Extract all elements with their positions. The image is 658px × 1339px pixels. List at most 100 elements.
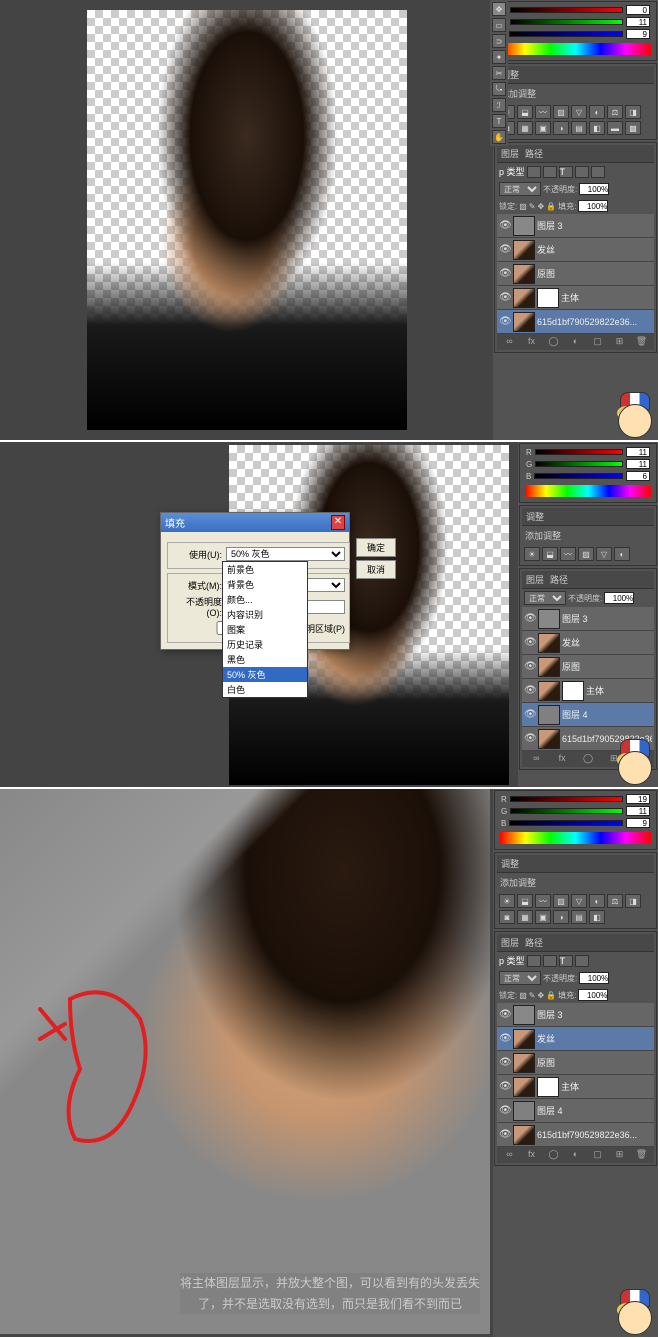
lock-pos-icon[interactable]: ✥: [538, 202, 545, 211]
link-icon[interactable]: ∞: [503, 1149, 517, 1161]
layer-thumbnail[interactable]: [513, 1101, 535, 1121]
layer-row[interactable]: 👁原图: [522, 655, 654, 679]
exposure-icon[interactable]: ▨: [553, 105, 569, 119]
visibility-icon[interactable]: 👁: [499, 268, 511, 280]
link-icon[interactable]: ∞: [529, 753, 543, 765]
visibility-icon[interactable]: 👁: [499, 1105, 511, 1117]
opacity-input-3[interactable]: [579, 972, 609, 984]
mask-icon[interactable]: ◯: [547, 336, 561, 348]
filter-adj-icon[interactable]: [543, 166, 557, 178]
option-content-aware[interactable]: 内容识别: [223, 607, 307, 622]
visibility-icon[interactable]: 👁: [524, 685, 536, 697]
adj-layer-icon[interactable]: ◐: [569, 1149, 583, 1161]
adj-icon[interactable]: 〰: [535, 894, 551, 908]
layer-thumbnail[interactable]: [538, 633, 560, 653]
layer-row[interactable]: 👁图层 3: [497, 1003, 654, 1027]
canvas-2[interactable]: 填充✕ 使用(U):50% 灰色 前景色 背景色 颜色... 内容识别 图案 历…: [0, 442, 518, 787]
use-select[interactable]: 50% 灰色: [226, 547, 345, 561]
move-tool[interactable]: ✥: [492, 2, 506, 16]
mask-icon[interactable]: ◯: [547, 1149, 561, 1161]
adj-icon[interactable]: ◑: [553, 910, 569, 924]
option-pattern[interactable]: 图案: [223, 622, 307, 637]
adj-icon[interactable]: ▨: [578, 547, 594, 561]
hand-tool[interactable]: ✋: [492, 130, 506, 144]
layer-thumbnail[interactable]: [513, 264, 535, 284]
lock-icon[interactable]: ▨: [519, 991, 527, 1000]
dialog-close-icon[interactable]: ✕: [331, 515, 345, 530]
adj-icon[interactable]: ◐: [589, 894, 605, 908]
option-background[interactable]: 背景色: [223, 577, 307, 592]
paths-tab[interactable]: 路径: [525, 147, 543, 160]
visibility-icon[interactable]: 👁: [499, 316, 511, 328]
color-ramp-2[interactable]: [525, 485, 651, 497]
filter-icon[interactable]: T: [559, 955, 573, 967]
adj-icon[interactable]: ▽: [571, 894, 587, 908]
visibility-icon[interactable]: 👁: [499, 1009, 511, 1021]
layer-thumbnail[interactable]: [538, 657, 560, 677]
paths-tab[interactable]: 路径: [550, 573, 568, 586]
layer-thumbnail[interactable]: [513, 1077, 535, 1097]
layer-thumbnail[interactable]: [538, 681, 560, 701]
paths-tab[interactable]: 路径: [525, 936, 543, 949]
lock-trans-icon[interactable]: ▨: [519, 202, 527, 211]
blend-mode-select[interactable]: 正常: [499, 182, 541, 196]
mask-icon[interactable]: ◯: [581, 753, 595, 765]
gradient-map-icon[interactable]: ▬: [607, 121, 623, 135]
layer-row[interactable]: 👁原图: [497, 1051, 654, 1075]
layers-tab[interactable]: 图层: [501, 936, 519, 949]
wand-tool[interactable]: ✦: [492, 50, 506, 64]
fill-input[interactable]: [578, 200, 608, 212]
lookup-icon[interactable]: ▣: [535, 121, 551, 135]
adj-icon[interactable]: ▽: [596, 547, 612, 561]
adj-icon[interactable]: 〰: [560, 547, 576, 561]
visibility-icon[interactable]: 👁: [499, 244, 511, 256]
curves-icon[interactable]: 〰: [535, 105, 551, 119]
fx-icon[interactable]: fx: [525, 336, 539, 348]
visibility-icon[interactable]: 👁: [524, 661, 536, 673]
r-input-2[interactable]: [626, 447, 650, 457]
canvas-3[interactable]: 将主体图层显示，并放大整个图，可以看到有的头发丢失了，并不是选取没有选到，而只是…: [0, 789, 493, 1337]
adj-icon[interactable]: ▨: [553, 894, 569, 908]
layer-thumbnail[interactable]: [513, 1005, 535, 1025]
b-input[interactable]: [626, 29, 650, 39]
cancel-button[interactable]: 取消: [356, 560, 396, 579]
layer-row[interactable]: 👁主体: [522, 679, 654, 703]
layer-thumbnail[interactable]: [513, 288, 535, 308]
b-input-2[interactable]: [626, 471, 650, 481]
layer-row[interactable]: 👁发丝: [497, 1027, 654, 1051]
visibility-icon[interactable]: 👁: [499, 1081, 511, 1093]
g-input[interactable]: [626, 17, 650, 27]
filter-icon[interactable]: [543, 955, 557, 967]
adj-icon[interactable]: ◐: [614, 547, 630, 561]
link-icon[interactable]: ∞: [503, 336, 517, 348]
fx-icon[interactable]: fx: [555, 753, 569, 765]
fx-icon[interactable]: fx: [525, 1149, 539, 1161]
vibrance-icon[interactable]: ▽: [571, 105, 587, 119]
adj-icon[interactable]: ☀: [499, 894, 515, 908]
adjustments-tab[interactable]: 调整: [526, 510, 544, 523]
lock-icon[interactable]: ✥: [538, 991, 545, 1000]
layer-thumbnail[interactable]: [513, 216, 535, 236]
layer-thumbnail[interactable]: [513, 1053, 535, 1073]
text-tool[interactable]: T: [492, 114, 506, 128]
new-layer-icon[interactable]: ⊞: [613, 1149, 627, 1161]
layer-thumbnail[interactable]: [538, 609, 560, 629]
layer-row[interactable]: 👁原图: [497, 262, 654, 286]
layer-row[interactable]: 👁主体: [497, 286, 654, 310]
group-icon[interactable]: ▢: [591, 1149, 605, 1161]
layer-row[interactable]: 👁615d1bf790529822e36...: [497, 310, 654, 334]
adj-icon[interactable]: ◧: [589, 910, 605, 924]
layer-thumbnail[interactable]: [538, 705, 560, 725]
selective-icon[interactable]: ▩: [625, 121, 641, 135]
fill-input-3[interactable]: [578, 989, 608, 1001]
filter-text-icon[interactable]: T: [559, 166, 573, 178]
mask-thumbnail[interactable]: [537, 288, 559, 308]
levels-icon[interactable]: ⬓: [517, 105, 533, 119]
option-color[interactable]: 颜色...: [223, 592, 307, 607]
layer-thumbnail[interactable]: [513, 312, 535, 332]
hue-icon[interactable]: ◐: [589, 105, 605, 119]
layer-thumbnail[interactable]: [513, 1029, 535, 1049]
b-input-3[interactable]: [626, 818, 650, 828]
mask-thumbnail[interactable]: [537, 1077, 559, 1097]
trash-icon[interactable]: 🗑: [635, 1149, 649, 1161]
